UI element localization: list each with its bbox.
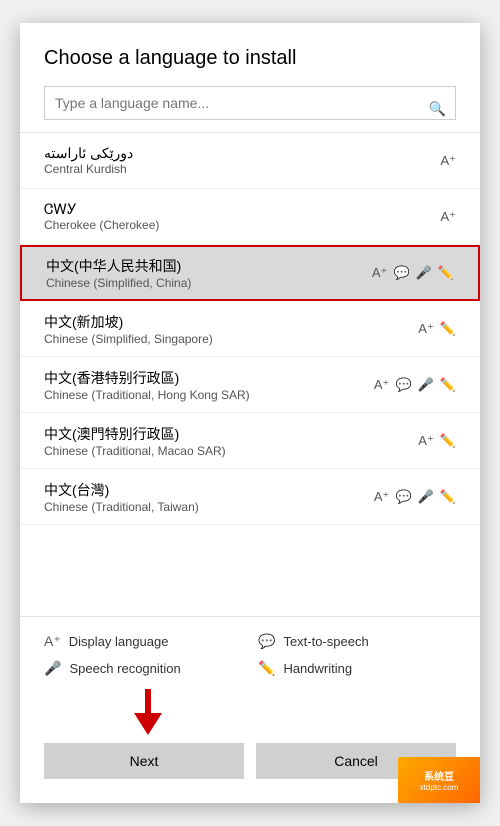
- tts-legend-icon: 💬: [258, 633, 275, 650]
- display-language-icon: A⁺: [374, 489, 390, 505]
- display-legend-icon: A⁺: [44, 633, 61, 650]
- lang-native-name: 中文(中华人民共和国): [46, 256, 372, 276]
- handwriting-icon: ✏️: [440, 321, 456, 337]
- lang-native-name: ᏣᎳᎩ: [44, 201, 440, 218]
- display-language-icon: A⁺: [440, 209, 456, 225]
- display-language-icon: A⁺: [372, 265, 388, 281]
- list-item[interactable]: 中文(新加坡) Chinese (Simplified, Singapore) …: [20, 301, 480, 357]
- lang-feature-icons: A⁺: [440, 209, 456, 225]
- lang-english-name: Chinese (Simplified, Singapore): [44, 332, 418, 346]
- lang-english-name: Chinese (Simplified, China): [46, 276, 372, 290]
- speech-recognition-icon: 🎤: [418, 377, 434, 393]
- speech-recognition-icon: 🎤: [416, 265, 432, 281]
- lang-text: 中文(新加坡) Chinese (Simplified, Singapore): [44, 312, 418, 346]
- handwriting-icon: ✏️: [440, 489, 456, 505]
- lang-text: دورێکی ئاراستە Central Kurdish: [44, 145, 440, 176]
- lang-native-name: 中文(台灣): [44, 480, 374, 500]
- next-button[interactable]: Next: [44, 743, 244, 779]
- list-item[interactable]: دورێکی ئاراستە Central Kurdish A⁺: [20, 133, 480, 189]
- list-item[interactable]: 中文(台灣) Chinese (Traditional, Taiwan) A⁺ …: [20, 469, 480, 525]
- speech-recognition-icon: 🎤: [418, 489, 434, 505]
- lang-feature-icons: A⁺ 💬 🎤 ✏️: [374, 489, 456, 505]
- lang-english-name: Cherokee (Cherokee): [44, 218, 440, 232]
- tts-icon: 💬: [393, 265, 409, 281]
- lang-feature-icons: A⁺: [440, 153, 456, 169]
- lang-english-name: Chinese (Traditional, Macao SAR): [44, 444, 418, 458]
- display-language-icon: A⁺: [418, 433, 434, 449]
- list-item[interactable]: 中文(香港特别行政區) Chinese (Traditional, Hong K…: [20, 357, 480, 413]
- display-language-icon: A⁺: [440, 153, 456, 169]
- lang-native-name: دورێکی ئاراستە: [44, 145, 440, 162]
- lang-english-name: Central Kurdish: [44, 162, 440, 176]
- lang-feature-icons: A⁺ 💬 🎤 ✏️: [372, 265, 454, 281]
- list-item[interactable]: 中文(澳門特別行政區) Chinese (Traditional, Macao …: [20, 413, 480, 469]
- legend-display-label: Display language: [69, 634, 169, 649]
- handwriting-icon: ✏️: [440, 433, 456, 449]
- display-language-icon: A⁺: [374, 377, 390, 393]
- watermark-logo: 系统豆: [424, 768, 454, 783]
- tts-icon: 💬: [395, 489, 411, 505]
- legend-display-language: A⁺ Display language: [44, 633, 242, 650]
- watermark-url: xtdptc.com: [420, 783, 459, 792]
- legend-speech: 🎤 Speech recognition: [44, 660, 242, 677]
- language-install-dialog: Choose a language to install 🔍 دورێکی ئا…: [20, 23, 480, 803]
- speech-legend-icon: 🎤: [44, 660, 61, 677]
- handwriting-icon: ✏️: [438, 265, 454, 281]
- legend-tts: 💬 Text-to-speech: [258, 633, 456, 650]
- lang-native-name: 中文(新加坡): [44, 312, 418, 332]
- watermark-badge: 系统豆 xtdptc.com: [398, 757, 480, 803]
- lang-text: ᏣᎳᎩ Cherokee (Cherokee): [44, 201, 440, 232]
- lang-feature-icons: A⁺ 💬 🎤 ✏️: [374, 377, 456, 393]
- legend-handwriting: ✏️ Handwriting: [258, 660, 456, 677]
- lang-english-name: Chinese (Traditional, Taiwan): [44, 500, 374, 514]
- lang-english-name: Chinese (Traditional, Hong Kong SAR): [44, 388, 374, 402]
- tts-icon: 💬: [395, 377, 411, 393]
- lang-text: 中文(台灣) Chinese (Traditional, Taiwan): [44, 480, 374, 514]
- dialog-title: Choose a language to install: [20, 23, 480, 86]
- lang-text: 中文(澳門特別行政區) Chinese (Traditional, Macao …: [44, 424, 418, 458]
- legend-tts-label: Text-to-speech: [283, 634, 368, 649]
- lang-feature-icons: A⁺ ✏️: [418, 433, 456, 449]
- legend-handwriting-label: Handwriting: [283, 661, 352, 676]
- display-language-icon: A⁺: [418, 321, 434, 337]
- handwriting-icon: ✏️: [440, 377, 456, 393]
- lang-text: 中文(中华人民共和国) Chinese (Simplified, China): [46, 256, 372, 290]
- language-search-input[interactable]: [44, 86, 456, 120]
- language-list: دورێکی ئاراستە Central Kurdish A⁺ ᏣᎳᎩ Ch…: [20, 132, 480, 616]
- legend-section: A⁺ Display language 💬 Text-to-speech 🎤 S…: [20, 616, 480, 689]
- lang-native-name: 中文(香港特别行政區): [44, 368, 374, 388]
- list-item[interactable]: ᏣᎳᎩ Cherokee (Cherokee) A⁺: [20, 189, 480, 245]
- legend-speech-label: Speech recognition: [69, 661, 180, 676]
- handwriting-legend-icon: ✏️: [258, 660, 275, 677]
- list-item-chinese-simplified-china[interactable]: 中文(中华人民共和国) Chinese (Simplified, China) …: [20, 245, 480, 301]
- lang-text: 中文(香港特别行政區) Chinese (Traditional, Hong K…: [44, 368, 374, 402]
- lang-feature-icons: A⁺ ✏️: [418, 321, 456, 337]
- lang-native-name: 中文(澳門特別行政區): [44, 424, 418, 444]
- search-icon: 🔍: [429, 101, 446, 118]
- search-wrapper: 🔍: [20, 86, 480, 132]
